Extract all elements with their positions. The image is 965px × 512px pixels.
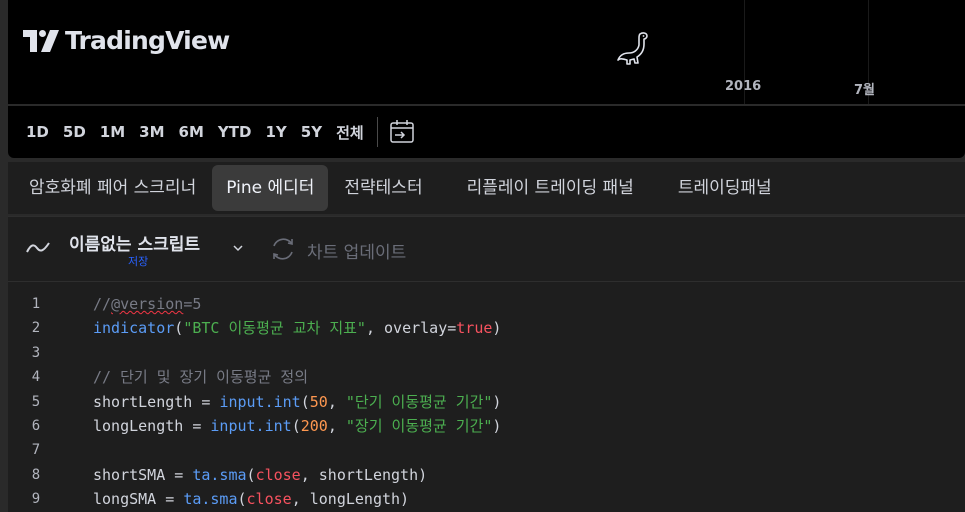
range-1m-button[interactable]: 1M (93, 123, 132, 141)
line-number: 2 (31, 320, 41, 337)
code-token: input.int (219, 392, 301, 411)
code-token: =5 (183, 295, 202, 313)
update-chart-button[interactable]: 차트 업데이트 (307, 238, 406, 263)
range-5y-button[interactable]: 5Y (294, 123, 329, 141)
code-token: , overlay (365, 319, 448, 338)
code-token: ta.sma (192, 465, 247, 484)
line-number: 4 (31, 369, 41, 386)
dinosaur-icon (617, 32, 648, 65)
range-6m-button[interactable]: 6M (172, 123, 211, 141)
tab-replay-trading[interactable]: 리플레이 트레이딩 패널 (453, 165, 648, 211)
range-5d-button[interactable]: 5D (56, 123, 93, 141)
range-ytd-button[interactable]: YTD (211, 123, 259, 141)
pine-editor-header: 이름없는 스크립트 저장 차트 업데이트 (8, 216, 965, 282)
code-token: ta.sma (183, 490, 238, 509)
code-token: , (327, 392, 346, 411)
chevron-down-icon[interactable] (231, 241, 245, 255)
code-token: true (456, 319, 493, 338)
code-text[interactable]: longLength = input.int(200, "장기 이동평균 기간"… (93, 414, 501, 438)
code-token: ) (492, 392, 502, 411)
line-number: 1 (31, 296, 41, 312)
range-3m-button[interactable]: 3M (132, 123, 171, 141)
line-number: 6 (31, 418, 41, 434)
code-token: ( (174, 319, 184, 338)
code-text[interactable]: shortSMA = ta.sma(close, shortLength) (93, 463, 427, 487)
brand-name: TradingView (65, 26, 230, 55)
tab-strategy-tester[interactable]: 전략테스터 (330, 165, 436, 211)
code-text[interactable]: //@version=5 (93, 292, 201, 316)
tab-crypto-screener[interactable]: 암호화폐 페어 스크리너 (15, 165, 210, 211)
script-name[interactable]: 이름없는 스크립트 (69, 230, 200, 255)
code-token: close (246, 490, 292, 509)
line-number: 7 (31, 442, 41, 459)
code-token: = (165, 490, 184, 509)
code-token: "장기 이동평균 기간" (345, 417, 493, 435)
time-axis-label: 2016 (725, 79, 762, 94)
code-text[interactable]: shortLength = input.int(50, "단기 이동평균 기간"… (93, 390, 501, 414)
chart-area[interactable]: TradingView 2016 7월 (8, 0, 965, 104)
code-token: 50 (309, 392, 328, 411)
calendar-goto-date-icon[interactable] (388, 118, 416, 146)
date-range-bar: 1D 5D 1M 3M 6M YTD 1Y 5Y 전체 (8, 106, 965, 158)
line-number: 9 (31, 491, 41, 508)
code-token: 200 (300, 417, 328, 435)
line-number: 5 (31, 393, 41, 410)
tab-pine-editor[interactable]: Pine 에디터 (212, 165, 329, 211)
code-token: ) (492, 417, 502, 435)
tab-trading-panel[interactable]: 트레이딩패널 (664, 165, 786, 211)
code-token: input.int (210, 417, 292, 435)
code-token: @version (111, 295, 184, 313)
range-1d-button[interactable]: 1D (19, 123, 56, 141)
code-token: = (174, 465, 193, 484)
code-token: indicator (93, 319, 175, 338)
code-token: // 단기 및 장기 이동평균 정의 (93, 368, 309, 387)
code-token: // (93, 295, 112, 313)
bottom-panel-tabs: 암호화폐 페어 스크리너 Pine 에디터 전략테스터 리플레이 트레이딩 패널… (8, 162, 965, 214)
code-token: ( (300, 392, 310, 411)
code-editor[interactable]: 1//@version=5 2 indicator("BTC 이동평균 교차 지표"… (8, 282, 965, 512)
code-token: longSMA (93, 490, 166, 509)
code-token: ( (246, 465, 256, 484)
range-all-button[interactable]: 전체 (329, 122, 371, 143)
refresh-icon (273, 238, 293, 260)
code-token: "단기 이동평균 기간" (345, 392, 493, 411)
code-text[interactable]: indicator("BTC 이동평균 교차 지표", overlay=true… (93, 316, 501, 340)
code-token: shortSMA (93, 465, 175, 484)
tradingview-logo[interactable]: TradingView (23, 26, 230, 55)
code-token: = (192, 417, 211, 435)
code-token: longLength (93, 417, 193, 435)
code-text[interactable]: longSMA = ta.sma(close, longLength) (93, 487, 409, 511)
divider (376, 117, 378, 147)
code-text[interactable]: // 단기 및 장기 이동평균 정의 (93, 365, 308, 389)
tradingview-logo-icon (23, 29, 59, 52)
time-axis-label: 7월 (854, 83, 876, 98)
code-token: close (255, 465, 301, 484)
save-status[interactable]: 저장 (128, 253, 148, 269)
code-token: , shortLength) (300, 465, 428, 484)
code-token: , (327, 417, 346, 435)
line-number: 3 (31, 344, 41, 361)
code-token: , longLength) (291, 490, 410, 509)
code-token: = (447, 319, 457, 338)
code-token: ) (492, 319, 502, 338)
code-token: ( (237, 490, 247, 509)
line-number: 8 (31, 466, 41, 483)
code-token: shortLength (93, 392, 202, 411)
indicator-wave-icon (26, 242, 50, 253)
code-token: = (201, 392, 220, 411)
code-token: "BTC 이동평균 교차 지표" (183, 319, 366, 338)
code-token: ( (291, 417, 301, 435)
range-1y-button[interactable]: 1Y (258, 123, 293, 141)
